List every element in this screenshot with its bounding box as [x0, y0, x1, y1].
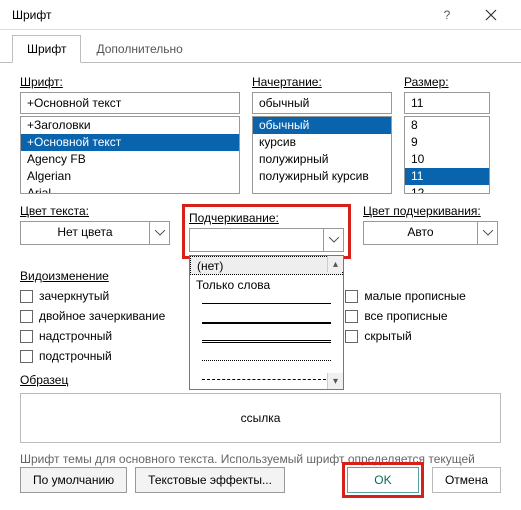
font-input-value: +Основной текст [27, 96, 121, 110]
dialog-footer: По умолчанию Текстовые эффекты... OK Отм… [20, 462, 501, 498]
checkbox-icon [20, 310, 33, 323]
underline-option-double[interactable] [190, 332, 343, 351]
check-superscript[interactable]: надстрочный [20, 329, 165, 343]
list-item[interactable]: Agency FB [21, 151, 239, 168]
check-label: надстрочный [39, 329, 112, 343]
size-input[interactable]: 11 [404, 92, 490, 114]
chevron-down-icon [323, 229, 343, 251]
checkbox-icon [345, 330, 358, 343]
tab-advanced[interactable]: Дополнительно [81, 35, 197, 63]
list-item[interactable]: обычный [253, 117, 391, 134]
underline-color-label: Цвет подчеркивания: [363, 204, 498, 218]
ok-button[interactable]: OK [347, 467, 419, 493]
underline-option-none[interactable]: (нет) [190, 256, 343, 275]
underline-option-thick[interactable] [190, 313, 343, 332]
text-color-value: Нет цвета [21, 222, 149, 244]
set-default-button[interactable]: По умолчанию [20, 467, 127, 493]
check-small-caps[interactable]: малые прописные [345, 289, 466, 303]
button-label: OK [374, 473, 391, 487]
underline-option-words[interactable]: Только слова [190, 275, 343, 294]
check-strikethrough[interactable]: зачеркнутый [20, 289, 165, 303]
tab-strip: Шрифт Дополнительно [0, 34, 521, 63]
check-label: подстрочный [39, 349, 112, 363]
button-label: По умолчанию [33, 473, 114, 487]
title-bar: Шрифт ? [0, 0, 521, 30]
underline-option-dash[interactable] [190, 370, 343, 389]
question-icon: ? [444, 8, 451, 22]
underline-dropdown[interactable]: ▴ (нет) Только слова ▾ [189, 255, 344, 390]
chevron-down-icon [477, 222, 497, 244]
list-item[interactable]: 11 [405, 168, 489, 185]
check-double-strike[interactable]: двойное зачеркивание [20, 309, 165, 323]
tab-advanced-label: Дополнительно [96, 42, 182, 56]
chevron-down-icon [149, 222, 169, 244]
text-effects-button[interactable]: Текстовые эффекты... [135, 467, 285, 493]
text-color-label: Цвет текста: [20, 204, 170, 218]
list-item[interactable]: полужирный [253, 151, 391, 168]
button-label: Отмена [445, 473, 488, 487]
list-item[interactable]: +Основной текст [21, 134, 239, 151]
window-title: Шрифт [8, 8, 425, 22]
check-label: двойное зачеркивание [39, 309, 165, 323]
check-label: скрытый [364, 329, 411, 343]
tab-font-label: Шрифт [27, 42, 66, 56]
checkbox-icon [20, 290, 33, 303]
check-hidden[interactable]: скрытый [345, 329, 466, 343]
size-input-value: 11 [411, 96, 423, 110]
style-list[interactable]: обычный курсив полужирный полужирный кур… [252, 116, 392, 194]
style-label: Начертание: [252, 75, 392, 89]
checkbox-icon [20, 330, 33, 343]
option-label: Только слова [196, 278, 270, 292]
checkbox-icon [345, 310, 358, 323]
check-label: все прописные [364, 309, 447, 323]
tab-font[interactable]: Шрифт [12, 35, 81, 63]
scroll-down-icon[interactable]: ▾ [327, 373, 343, 389]
list-item[interactable]: 8 [405, 117, 489, 134]
underline-value [190, 229, 323, 251]
checkbox-icon [20, 350, 33, 363]
check-subscript[interactable]: подстрочный [20, 349, 165, 363]
close-button[interactable] [469, 0, 513, 30]
style-input[interactable]: обычный [252, 92, 392, 114]
option-label: (нет) [197, 259, 223, 273]
underline-color-value: Авто [364, 222, 477, 244]
checkbox-icon [345, 290, 358, 303]
list-item[interactable]: полужирный курсив [253, 168, 391, 185]
underline-option-single[interactable] [190, 294, 343, 313]
check-label: зачеркнутый [39, 289, 109, 303]
list-item[interactable]: Arial [21, 185, 239, 194]
ok-highlight: OK [342, 462, 424, 498]
font-list[interactable]: +Заголовки +Основной текст Agency FB Alg… [20, 116, 240, 194]
underline-color-combo[interactable]: Авто [363, 221, 498, 245]
size-label: Размер: [404, 75, 490, 89]
underline-option-dotted[interactable] [190, 351, 343, 370]
list-item[interactable]: +Заголовки [21, 117, 239, 134]
check-label: малые прописные [364, 289, 466, 303]
list-item[interactable]: Algerian [21, 168, 239, 185]
close-icon [485, 9, 497, 21]
button-label: Текстовые эффекты... [148, 473, 272, 487]
scroll-up-icon[interactable]: ▴ [327, 256, 343, 272]
list-item[interactable]: курсив [253, 134, 391, 151]
list-item[interactable]: 10 [405, 151, 489, 168]
cancel-button[interactable]: Отмена [432, 467, 501, 493]
text-color-combo[interactable]: Нет цвета [20, 221, 170, 245]
size-list[interactable]: 8 9 10 11 12 [404, 116, 490, 194]
underline-combo[interactable] [189, 228, 344, 252]
font-label: Шрифт: [20, 75, 240, 89]
underline-label: Подчеркивание: [189, 211, 344, 225]
font-input[interactable]: +Основной текст [20, 92, 240, 114]
list-item[interactable]: 9 [405, 134, 489, 151]
help-button[interactable]: ? [425, 0, 469, 30]
sample-text: ссылка [241, 411, 281, 425]
list-item[interactable]: 12 [405, 185, 489, 194]
style-input-value: обычный [259, 96, 309, 110]
check-all-caps[interactable]: все прописные [345, 309, 466, 323]
sample-preview: ссылка [20, 393, 501, 443]
